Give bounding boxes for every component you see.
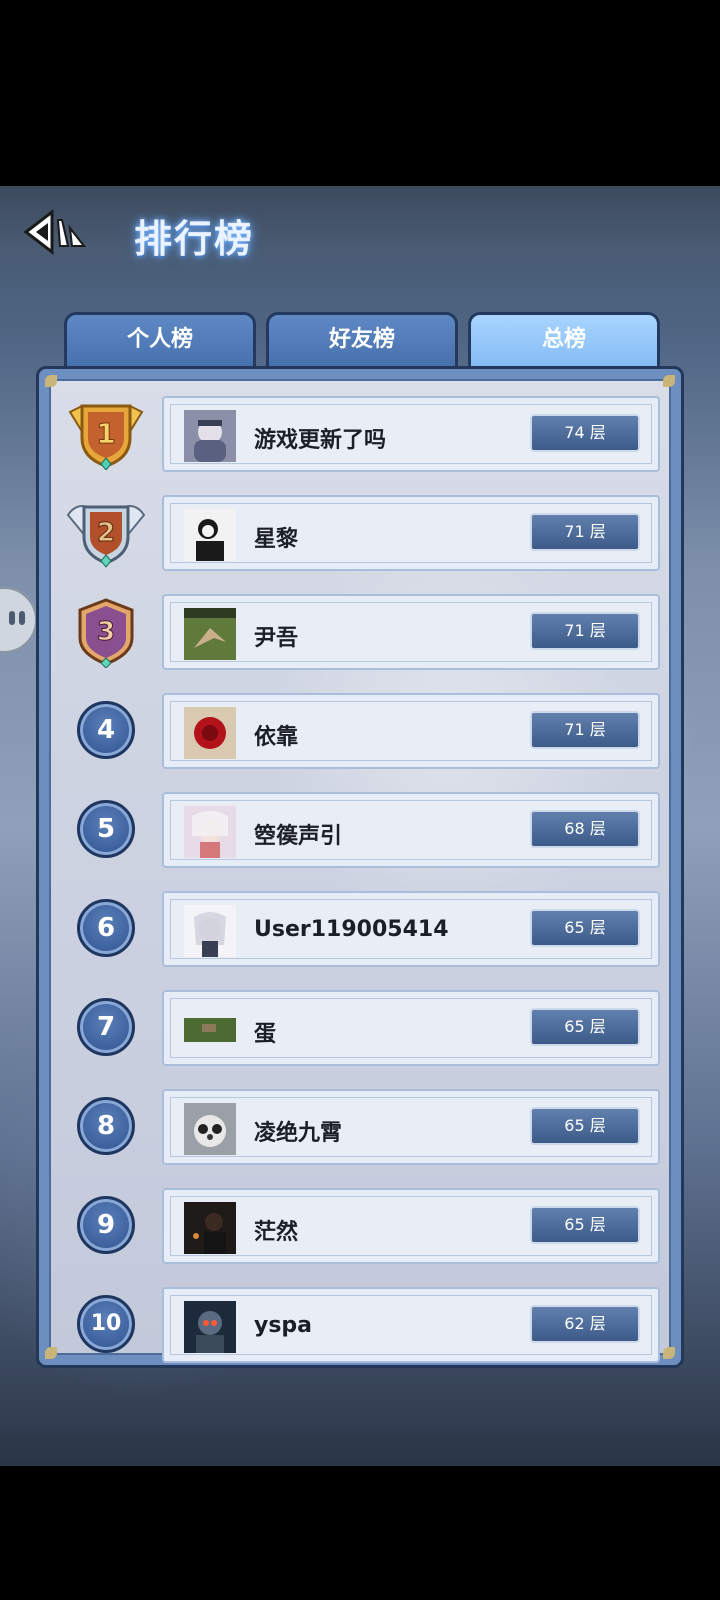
player-avatar <box>184 1103 236 1155</box>
rank-number: 9 <box>77 1196 135 1254</box>
player-avatar <box>184 509 236 561</box>
player-card: yspa 62 层 <box>162 1287 660 1363</box>
player-name: 箜篌声引 <box>254 824 343 849</box>
player-avatar <box>184 1004 236 1056</box>
player-card: 游戏更新了吗 74 层 <box>162 396 660 472</box>
player-score-badge: 71 层 <box>530 513 640 551</box>
rank-number: 8 <box>77 1097 135 1155</box>
player-name: yspa <box>254 1313 313 1338</box>
player-card: 茫然 65 层 <box>162 1188 660 1264</box>
player-card: 凌绝九霄 65 层 <box>162 1089 660 1165</box>
leaderboard-row[interactable]: 6 User119005414 65 层 <box>0 889 720 969</box>
player-avatar <box>184 1301 236 1353</box>
leaderboard-row[interactable]: 10 yspa 62 层 <box>0 1285 720 1365</box>
leaderboard-row[interactable]: 1 游戏更新了吗 74 层 <box>0 394 720 474</box>
player-name: 茫然 <box>254 1220 299 1245</box>
back-arrow-icon <box>23 208 87 256</box>
player-name: 星黎 <box>254 527 299 552</box>
player-avatar <box>184 608 236 660</box>
silver-rank-badge-icon: 2 <box>66 505 146 568</box>
tab-personal[interactable]: 个人榜 <box>64 312 256 368</box>
leaderboard-row[interactable]: 2 星黎 71 层 <box>0 493 720 573</box>
back-button[interactable] <box>22 206 92 258</box>
leaderboard-row[interactable]: 5 箜篌声引 68 层 <box>0 790 720 870</box>
player-avatar <box>184 707 236 759</box>
tab-overall[interactable]: 总榜 <box>468 312 660 368</box>
player-score-badge: 68 层 <box>530 810 640 848</box>
player-avatar <box>184 1202 236 1254</box>
rank-number: 2 <box>97 518 115 548</box>
tab-bar: 个人榜 好友榜 总榜 <box>64 312 664 368</box>
player-name: 尹吾 <box>254 626 299 651</box>
rank-number: 10 <box>77 1295 135 1353</box>
leaderboard-row[interactable]: 7 蛋 65 层 <box>0 988 720 1068</box>
rank-number: 1 <box>96 417 115 450</box>
player-card: 依靠 71 层 <box>162 693 660 769</box>
player-card: User119005414 65 层 <box>162 891 660 967</box>
player-score-badge: 62 层 <box>530 1305 640 1343</box>
player-score-badge: 65 层 <box>530 1008 640 1046</box>
rank-number: 7 <box>77 998 135 1056</box>
player-score-badge: 65 层 <box>530 1107 640 1145</box>
player-name: 游戏更新了吗 <box>254 428 387 453</box>
player-name: User119005414 <box>254 917 449 942</box>
player-name: 依靠 <box>254 725 299 750</box>
leaderboard-screen: 排行榜 个人榜 好友榜 总榜 1 游戏更新了吗 74 层 2 星黎 71 层 3… <box>0 186 720 1466</box>
player-avatar <box>184 905 236 957</box>
tab-friends[interactable]: 好友榜 <box>266 312 458 368</box>
gold-rank-badge-icon: 1 <box>68 404 144 470</box>
player-card: 尹吾 71 层 <box>162 594 660 670</box>
leaderboard-row[interactable]: 8 凌绝九霄 65 层 <box>0 1087 720 1167</box>
player-avatar <box>184 410 236 462</box>
player-card: 蛋 65 层 <box>162 990 660 1066</box>
leaderboard-row[interactable]: 3 尹吾 71 层 <box>0 592 720 672</box>
player-score-badge: 65 层 <box>530 909 640 947</box>
player-name: 凌绝九霄 <box>254 1121 343 1146</box>
purple-rank-badge-icon: 3 <box>78 598 134 668</box>
rank-number: 4 <box>77 701 135 759</box>
player-name: 蛋 <box>254 1022 277 1047</box>
rank-number: 5 <box>77 800 135 858</box>
leaderboard-row[interactable]: 9 茫然 65 层 <box>0 1186 720 1266</box>
player-score-badge: 74 层 <box>530 414 640 452</box>
player-score-badge: 71 层 <box>530 711 640 749</box>
player-avatar <box>184 806 236 858</box>
rank-number: 6 <box>77 899 135 957</box>
player-score-badge: 65 层 <box>530 1206 640 1244</box>
player-card: 箜篌声引 68 层 <box>162 792 660 868</box>
player-score-badge: 71 层 <box>530 612 640 650</box>
rank-number: 3 <box>97 617 115 647</box>
top-bar: 排行榜 <box>0 186 720 278</box>
leaderboard-row[interactable]: 4 依靠 71 层 <box>0 691 720 771</box>
page-title: 排行榜 <box>134 217 255 261</box>
player-card: 星黎 71 层 <box>162 495 660 571</box>
